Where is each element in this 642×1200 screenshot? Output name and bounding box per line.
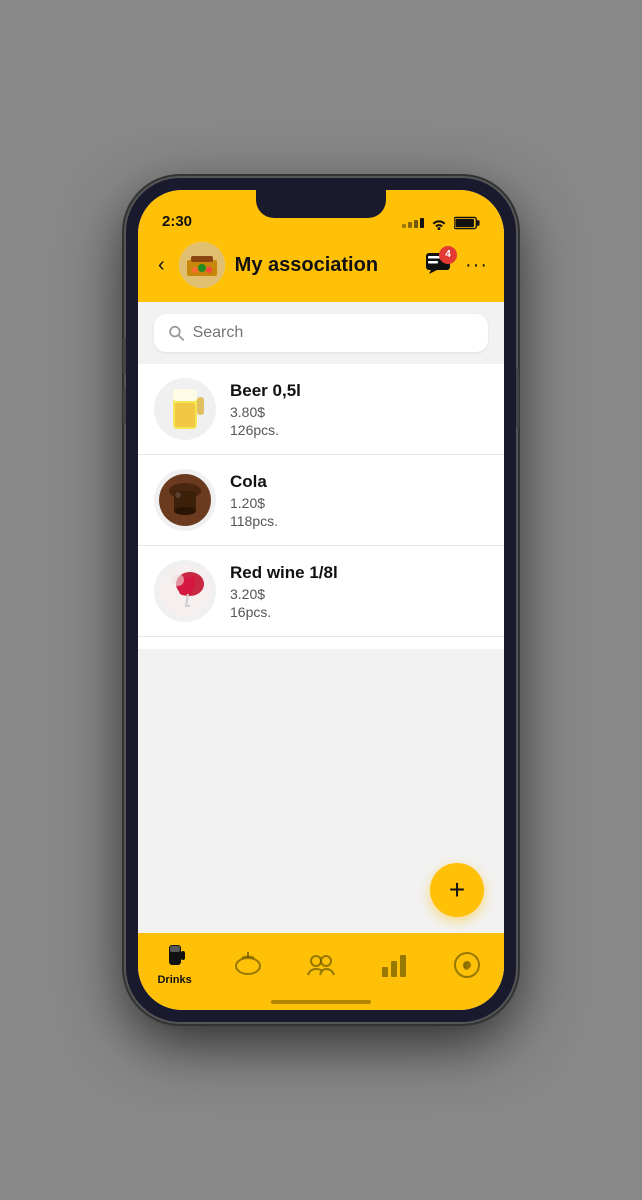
nav-item-stats[interactable] [364, 953, 424, 977]
status-time: 2:30 [162, 213, 192, 230]
item-info: Beer 0,5l 3.80$ 126pcs. [230, 381, 488, 438]
nav-item-food[interactable] [218, 952, 278, 978]
battery-icon [454, 216, 480, 230]
bottom-nav: Drinks [138, 933, 504, 1010]
item-name: Beer 0,5l [230, 381, 488, 401]
nav-item-members[interactable] [291, 953, 351, 977]
item-price: 3.20$ [230, 586, 488, 602]
item-qty: 118pcs. [230, 513, 488, 529]
home-indicator [271, 1000, 371, 1004]
food-nav-icon [234, 952, 262, 978]
app-header: ‹ My association [138, 234, 504, 302]
members-nav-icon [306, 953, 336, 977]
search-input[interactable] [193, 324, 474, 342]
list-item[interactable]: Red wine 1/8l 3.20$ 16pcs. [138, 546, 504, 637]
item-info: Red wine 1/8l 3.20$ 16pcs. [230, 563, 488, 620]
stats-nav-icon [380, 953, 408, 977]
item-image-beer [154, 378, 216, 440]
item-qty: 126pcs. [230, 422, 488, 438]
search-box [154, 314, 488, 352]
item-price: 3.80$ [230, 404, 488, 420]
drinks-nav-icon [163, 943, 187, 971]
page-title: My association [235, 254, 415, 277]
item-name: Cola [230, 472, 488, 492]
message-badge: 4 [439, 246, 457, 264]
status-icons [402, 216, 480, 230]
back-button[interactable]: ‹ [154, 250, 169, 281]
signal-icon [402, 218, 424, 228]
item-name: Red wine 1/8l [230, 563, 488, 583]
list-item[interactable]: Beer 0,5l 3.80$ 126pcs. [138, 364, 504, 455]
more-options-button[interactable]: ··· [465, 254, 488, 277]
svg-text:€: € [463, 962, 469, 973]
item-price: 1.20$ [230, 495, 488, 511]
item-qty: 16pcs. [230, 604, 488, 620]
search-container [138, 302, 504, 364]
nav-item-settings[interactable]: € [437, 951, 497, 979]
item-info: Cola 1.20$ 118pcs. [230, 472, 488, 529]
nav-item-drinks[interactable]: Drinks [145, 943, 205, 986]
avatar [179, 242, 225, 288]
add-button[interactable]: + [430, 863, 484, 917]
list-item[interactable]: Cola 1.20$ 118pcs. [138, 455, 504, 546]
messages-button[interactable]: 4 [425, 252, 451, 279]
list-item[interactable]: White wine 1/8l 3.20$ 32pcs. [138, 637, 504, 649]
search-icon [168, 324, 185, 342]
settings-nav-icon: € [453, 951, 481, 979]
wifi-icon [430, 216, 448, 230]
item-image-redwine [154, 560, 216, 622]
nav-label-drinks: Drinks [157, 974, 191, 986]
item-image-cola [154, 469, 216, 531]
header-actions: 4 ··· [425, 252, 488, 279]
items-list: Beer 0,5l 3.80$ 126pcs. C [138, 364, 504, 649]
empty-area: + [138, 649, 504, 934]
